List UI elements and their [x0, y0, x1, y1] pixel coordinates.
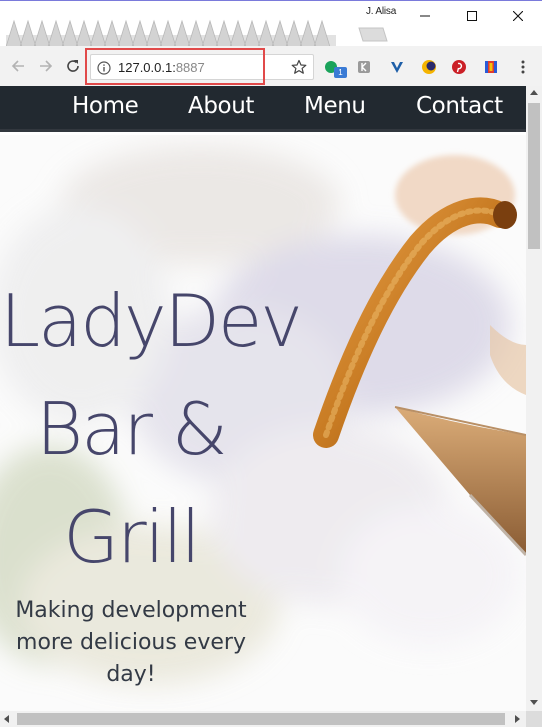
nav-about-link[interactable]: About	[188, 93, 254, 119]
puzzle-icon	[358, 61, 370, 73]
scroll-left-icon[interactable]	[4, 715, 9, 723]
hero-title-line-2: Bar &	[36, 387, 228, 471]
close-icon	[513, 11, 523, 21]
nav-contact-link[interactable]: Contact	[416, 93, 503, 119]
minimize-button[interactable]	[405, 5, 445, 27]
extension-v[interactable]	[388, 58, 406, 76]
v-logo-icon	[391, 62, 403, 73]
site-nav: Home About Menu Contact	[0, 86, 526, 132]
maximize-icon	[467, 11, 477, 21]
back-button[interactable]	[8, 56, 28, 76]
browser-titlebar: J. Alisa	[0, 0, 542, 47]
close-window-button[interactable]	[498, 5, 538, 27]
moon-icon	[422, 60, 436, 74]
scroll-up-icon[interactable]	[530, 90, 538, 95]
horizontal-scroll-thumb[interactable]	[17, 713, 505, 725]
profile-name[interactable]: J. Alisa	[366, 6, 396, 17]
vertical-scrollbar[interactable]	[526, 86, 542, 711]
nav-menu-link[interactable]: Menu	[304, 93, 366, 119]
extension-pinterest[interactable]	[450, 58, 468, 76]
reload-button[interactable]	[63, 56, 83, 76]
forward-button[interactable]	[36, 56, 56, 76]
maximize-button[interactable]	[452, 5, 492, 27]
extension-colorful[interactable]	[482, 58, 500, 76]
tab-strip-graphic	[6, 19, 336, 47]
nav-home-link[interactable]: Home	[72, 93, 139, 119]
hero-text-block: LadyDev Bar & Grill Making development m…	[0, 267, 303, 691]
new-tab-button[interactable]	[358, 26, 388, 43]
kebab-icon	[521, 60, 525, 74]
hero-tagline: Making development more delicious every …	[15, 598, 247, 687]
arrow-left-icon	[11, 60, 24, 72]
arrow-right-icon	[40, 60, 53, 72]
star-icon[interactable]	[291, 59, 307, 75]
scrollbar-corner	[526, 711, 542, 727]
hero-title-line-3: Grill	[63, 495, 200, 579]
page-viewport: Home About Menu Contact LadyDev Bar & Gr…	[0, 86, 526, 711]
scroll-down-icon[interactable]	[530, 700, 538, 705]
colorful-square-icon	[485, 61, 497, 73]
extension-moon[interactable]	[420, 58, 438, 76]
reload-icon	[67, 60, 79, 72]
minimize-icon	[420, 15, 430, 17]
hero-title: LadyDev Bar & Grill	[0, 267, 303, 591]
hero-section: LadyDev Bar & Grill Making development m…	[0, 135, 526, 711]
extension-badge: 1	[334, 67, 347, 78]
vertical-scroll-thumb[interactable]	[528, 103, 540, 249]
browser-menu-button[interactable]	[514, 58, 532, 76]
hero-title-line-1: LadyDev	[0, 279, 303, 363]
tab-strip[interactable]	[6, 19, 336, 47]
horizontal-scrollbar[interactable]	[0, 711, 526, 727]
url-highlight-box	[85, 48, 265, 85]
extension-grey[interactable]	[355, 58, 373, 76]
browser-toolbar: 127.0.0.1:8887 1	[0, 46, 542, 86]
pinterest-icon	[452, 60, 466, 74]
scroll-right-icon[interactable]	[515, 715, 520, 723]
